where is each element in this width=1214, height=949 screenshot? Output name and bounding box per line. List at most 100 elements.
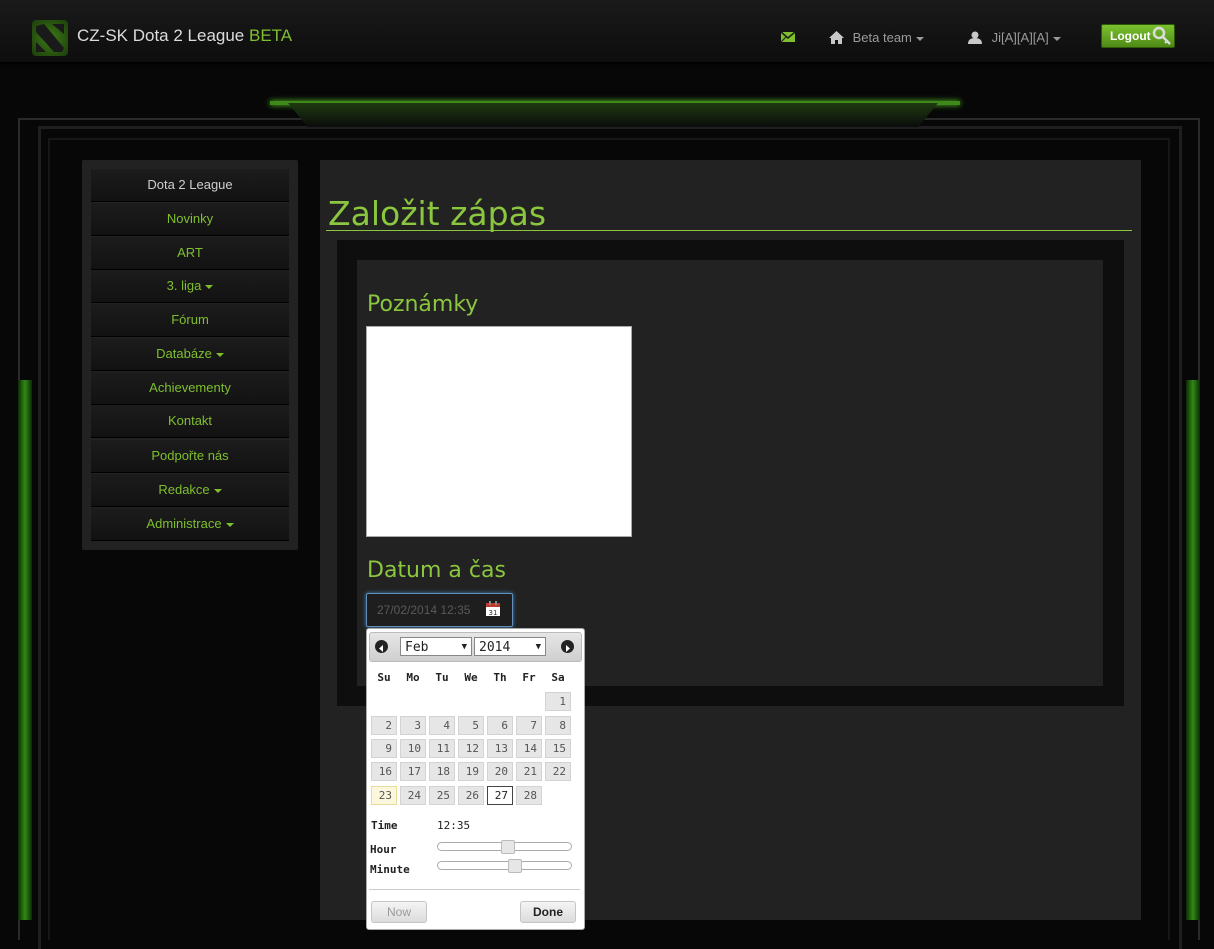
sidebar-item-podporte-nas[interactable]: Podpořte nás <box>91 440 289 473</box>
calendar-day[interactable]: 17 <box>400 762 426 781</box>
sidebar-item-achievementy[interactable]: Achievementy <box>91 372 289 405</box>
key-icon <box>1152 26 1172 49</box>
home-icon <box>829 31 844 44</box>
top-navbar: CZ-SK Dota 2 League BETA Beta team Ji[A]… <box>0 0 1214 63</box>
calendar-day[interactable]: 12 <box>458 739 484 758</box>
weekday-label: We <box>464 671 478 684</box>
user-icon <box>968 31 982 44</box>
user-menu-label: Ji[A][A][A] <box>991 30 1049 45</box>
next-month-icon[interactable] <box>561 640 574 653</box>
calendar-day[interactable]: 28 <box>516 786 542 805</box>
year-select[interactable]: 2014 ▼ <box>474 637 546 656</box>
sidebar-item-databaze[interactable]: Databáze <box>91 338 289 371</box>
chevron-down-icon <box>213 488 222 493</box>
now-button[interactable]: Now <box>371 901 427 923</box>
notes-textarea[interactable] <box>366 326 632 537</box>
year-select-value: 2014 <box>479 640 511 655</box>
done-button[interactable]: Done <box>520 901 576 923</box>
calendar-day[interactable]: 6 <box>487 716 513 735</box>
calendar-day[interactable]: 25 <box>429 786 455 805</box>
minute-slider-handle[interactable] <box>508 859 522 873</box>
messages-icon[interactable] <box>780 31 796 46</box>
prev-month-icon[interactable] <box>375 640 388 653</box>
frame-glow-right <box>1186 380 1200 920</box>
dota-logo-icon[interactable] <box>32 20 68 56</box>
hour-slider[interactable] <box>437 840 572 854</box>
calendar-day[interactable]: 11 <box>429 739 455 758</box>
sidebar-item-label: 3. liga <box>166 278 202 293</box>
time-label: Time <box>371 819 398 832</box>
calendar-day[interactable]: 5 <box>458 716 484 735</box>
calendar-day[interactable]: 24 <box>400 786 426 805</box>
calendar-day[interactable]: 22 <box>545 762 571 781</box>
dropdown-arrow-icon: ▼ <box>461 642 467 652</box>
calendar-day[interactable]: 16 <box>371 762 397 781</box>
sidebar-item-3-liga[interactable]: 3. liga <box>91 270 289 303</box>
calendar-day[interactable]: 8 <box>545 716 571 735</box>
hour-slider-handle[interactable] <box>501 840 515 854</box>
calendar-day[interactable]: 13 <box>487 739 513 758</box>
month-select[interactable]: Feb ▼ <box>400 637 472 656</box>
weekday-label: Th <box>493 671 507 684</box>
svg-text:31: 31 <box>489 609 498 616</box>
calendar-day[interactable]: 2 <box>371 716 397 735</box>
chevron-down-icon <box>225 522 234 527</box>
logout-label: Logout <box>1110 29 1151 43</box>
calendar-day[interactable]: 3 <box>400 716 426 735</box>
chevron-down-icon <box>915 36 924 41</box>
sidebar-item-label: Podpořte nás <box>151 448 229 463</box>
calendar-day[interactable]: 14 <box>516 739 542 758</box>
datepicker-divider <box>369 889 580 890</box>
datetime-value: 27/02/2014 12:35 <box>377 603 471 617</box>
notes-label: Poznámky <box>367 292 479 317</box>
chevron-down-icon <box>215 352 224 357</box>
sidebar-item-kontakt[interactable]: Kontakt <box>91 405 289 438</box>
dropdown-arrow-icon: ▼ <box>535 642 541 652</box>
time-value: 12:35 <box>437 819 471 832</box>
calendar-day[interactable]: 10 <box>400 739 426 758</box>
frame-top-bevel <box>288 103 938 127</box>
calendar-day[interactable]: 26 <box>458 786 484 805</box>
sidebar-item-administrace[interactable]: Administrace <box>91 508 289 541</box>
team-menu[interactable]: Beta team <box>829 30 924 45</box>
sidebar-item-novinky[interactable]: Novinky <box>91 203 289 236</box>
calendar-day[interactable]: 21 <box>516 762 542 781</box>
sidebar-item-dota-2-league[interactable]: Dota 2 League <box>91 169 289 202</box>
minute-label: Minute <box>370 863 410 876</box>
calendar-day[interactable]: 18 <box>429 762 455 781</box>
brand-beta: BETA <box>249 26 293 45</box>
calendar-icon[interactable]: 31 <box>486 601 500 621</box>
sidebar-item-forum[interactable]: Fórum <box>91 304 289 337</box>
minute-slider[interactable] <box>437 859 572 873</box>
calendar-day[interactable]: 20 <box>487 762 513 781</box>
calendar-day[interactable]: 1 <box>545 692 571 711</box>
calendar-day[interactable]: 15 <box>545 739 571 758</box>
datetime-label: Datum a čas <box>367 558 506 583</box>
calendar-day[interactable]: 19 <box>458 762 484 781</box>
user-menu[interactable]: Ji[A][A][A] <box>968 30 1061 45</box>
calendar-day[interactable]: 4 <box>429 716 455 735</box>
weekday-label: Fr <box>522 671 536 684</box>
hour-label: Hour <box>370 843 397 856</box>
calendar-day[interactable]: 9 <box>371 739 397 758</box>
sidebar-item-label: Fórum <box>171 312 209 327</box>
chevron-down-icon <box>1052 36 1061 41</box>
calendar-day[interactable]: 23 <box>371 786 397 805</box>
sidebar-item-label: Kontakt <box>167 413 213 428</box>
page-title: Založit zápas <box>328 194 547 233</box>
logout-button[interactable]: Logout <box>1101 24 1175 48</box>
datepicker-header: Feb ▼ 2014 ▼ <box>369 632 582 662</box>
sidebar-item-art[interactable]: ART <box>91 237 289 270</box>
sidebar-item-label: Dota 2 League <box>147 177 233 192</box>
sidebar-item-label: Administrace <box>146 516 222 531</box>
calendar-day[interactable]: 7 <box>516 716 542 735</box>
datetime-input[interactable]: 27/02/2014 12:35 31 <box>366 593 513 627</box>
chevron-down-icon <box>205 284 214 289</box>
sidebar-item-redakce[interactable]: Redakce <box>91 474 289 507</box>
calendar-day[interactable]: 27 <box>487 786 513 805</box>
team-menu-label: Beta team <box>852 30 912 45</box>
datepicker-popup: Feb ▼ 2014 ▼ Su Mo Tu We Th Fr Sa 1 2 3 4 5 6 7 8 9 10 1… <box>366 628 585 930</box>
sidebar-item-label: Redakce <box>158 482 210 497</box>
site-brand[interactable]: CZ-SK Dota 2 League BETA <box>77 26 292 46</box>
month-select-value: Feb <box>405 640 429 655</box>
